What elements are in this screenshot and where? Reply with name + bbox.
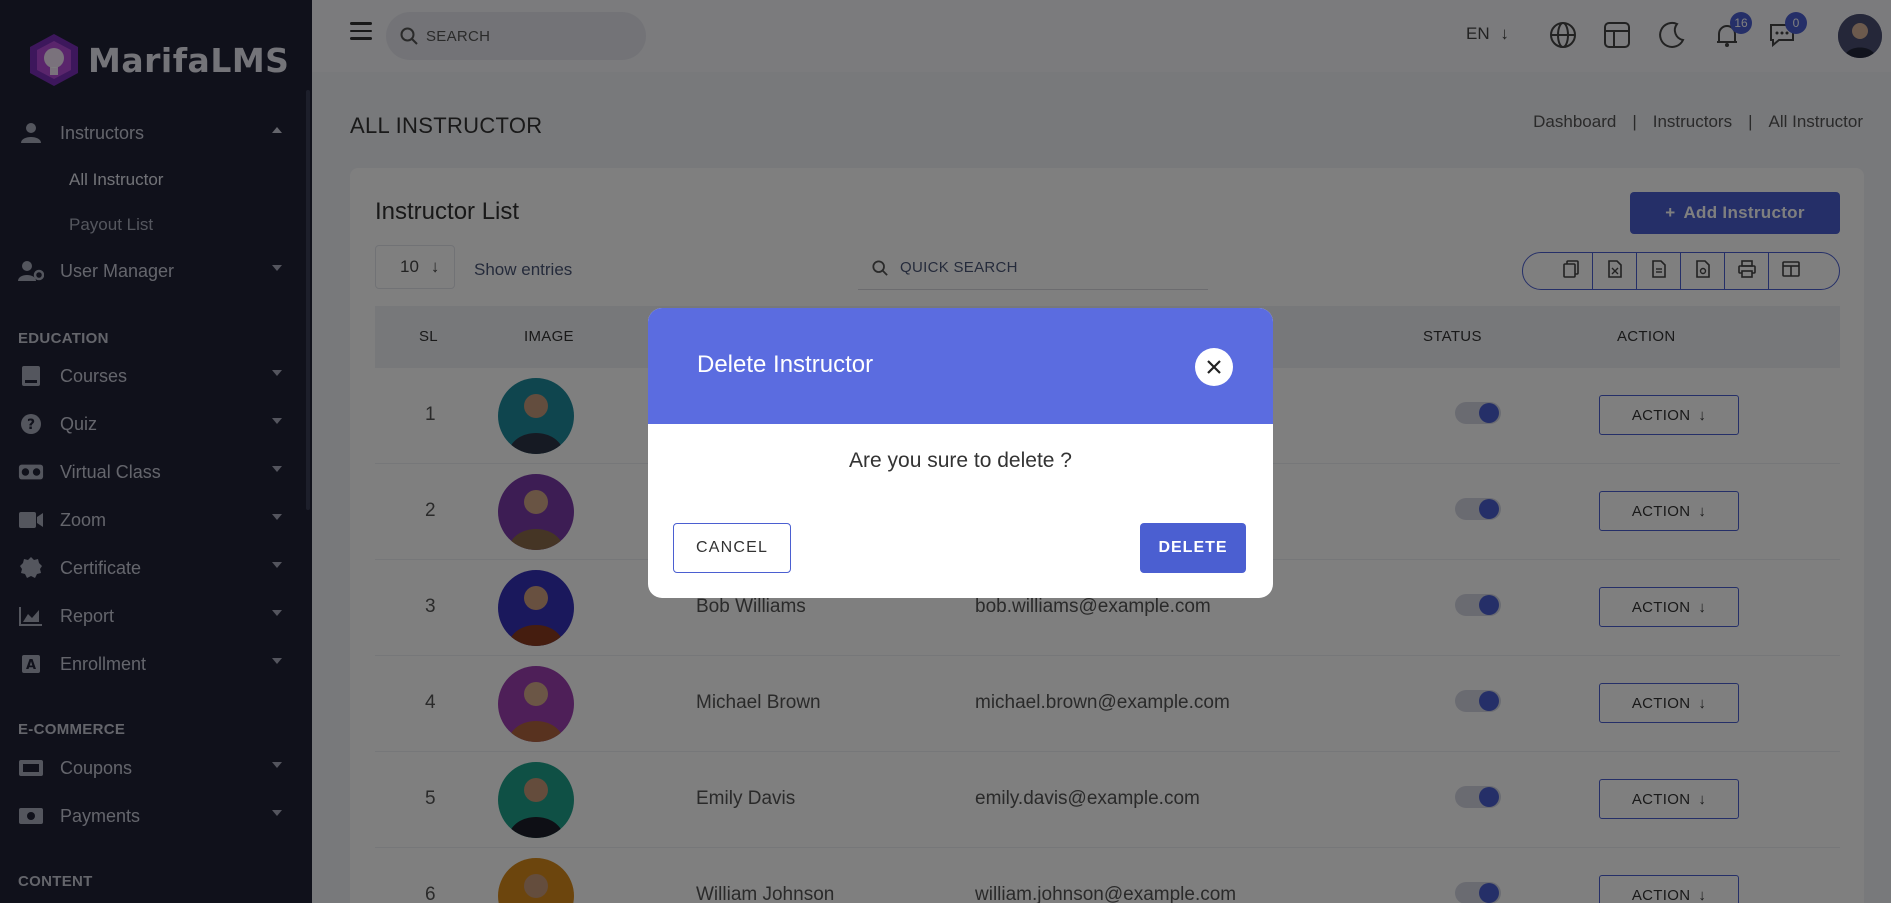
modal-header: Delete Instructor bbox=[648, 308, 1273, 424]
modal-title: Delete Instructor bbox=[697, 351, 874, 378]
delete-instructor-modal: Delete Instructor Are you sure to delete… bbox=[648, 308, 1273, 598]
close-button[interactable] bbox=[1195, 348, 1233, 386]
modal-message: Are you sure to delete ? bbox=[849, 449, 1072, 472]
delete-button[interactable]: DELETE bbox=[1140, 523, 1246, 573]
cancel-button[interactable]: CANCEL bbox=[673, 523, 791, 573]
close-icon bbox=[1207, 360, 1221, 374]
